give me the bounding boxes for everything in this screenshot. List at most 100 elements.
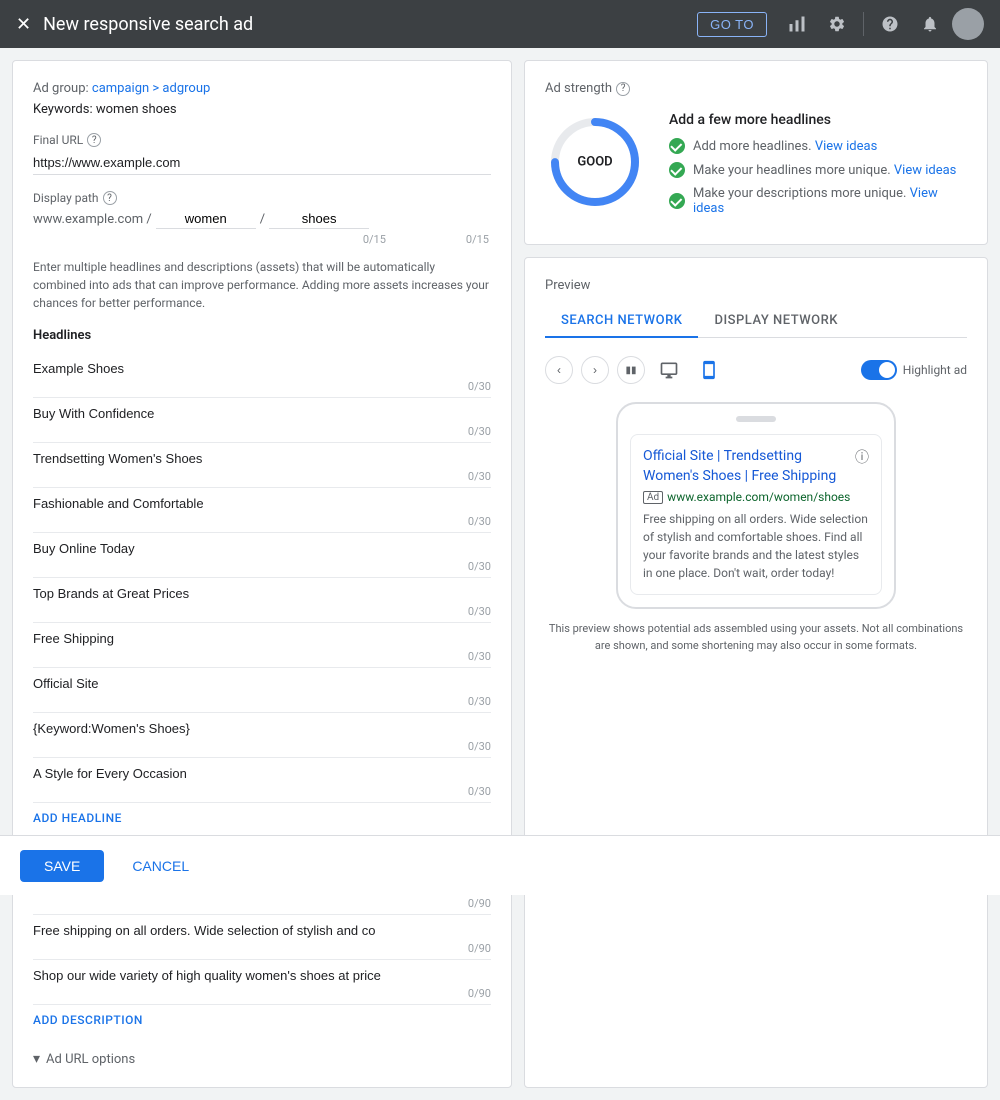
main-content: Ad group: campaign > adgroup Keywords: w… — [0, 48, 1000, 1100]
ad-strength-info-icon[interactable]: ? — [616, 82, 630, 96]
ad-description: Free shipping on all orders. Wide select… — [643, 510, 869, 582]
headline-item: 0/30 — [33, 758, 491, 803]
highlight-label: Highlight ad — [903, 363, 967, 377]
preview-controls: ‹ › ▮▮ Highlight ad — [545, 354, 967, 386]
path1-input[interactable] — [156, 209, 256, 229]
path2-input[interactable] — [269, 209, 369, 229]
headline-input-5[interactable] — [33, 584, 491, 603]
suggestion-title: Add a few more headlines — [669, 112, 967, 128]
headlines-title: Headlines — [33, 328, 491, 343]
headline-input-7[interactable] — [33, 674, 491, 693]
headline-item: 0/30 — [33, 623, 491, 668]
ad-strength-card: Ad strength ? GOOD Add a few more headli… — [524, 60, 988, 245]
avatar[interactable] — [952, 8, 984, 40]
headline-counter-8: 0/30 — [33, 738, 491, 755]
headline-item: 0/30 — [33, 713, 491, 758]
help-icon[interactable] — [872, 6, 908, 42]
headline-item: 0/30 — [33, 578, 491, 623]
ad-strength-suggestions: Add a few more headlines Add more headli… — [669, 112, 967, 224]
headline-input-9[interactable] — [33, 764, 491, 783]
tab-search-network[interactable]: SEARCH NETWORK — [545, 305, 698, 338]
headline-counter-7: 0/30 — [33, 693, 491, 710]
settings-icon[interactable] — [819, 6, 855, 42]
adgroup-label: Ad group: — [33, 81, 89, 96]
cancel-button[interactable]: CANCEL — [116, 850, 205, 882]
description-input-2[interactable] — [33, 966, 491, 985]
headline-counter-9: 0/30 — [33, 783, 491, 800]
suggestion-text-2: Make your descriptions more unique. View… — [693, 186, 967, 216]
ad-strength-circle: GOOD — [545, 112, 645, 212]
ad-url: www.example.com/women/shoes — [667, 490, 850, 504]
adgroup-row: Ad group: campaign > adgroup — [33, 81, 491, 96]
preview-pause-button[interactable]: ▮▮ — [617, 356, 645, 384]
headline-input-1[interactable] — [33, 404, 491, 423]
save-button[interactable]: SAVE — [20, 850, 104, 882]
view-ideas-link-2[interactable]: View ideas — [693, 186, 938, 216]
headline-item: 0/30 — [33, 488, 491, 533]
suggestions-list: Add more headlines. View ideas Make your… — [669, 138, 967, 216]
tab-display-network[interactable]: DISPLAY NETWORK — [698, 305, 854, 338]
left-panel: Ad group: campaign > adgroup Keywords: w… — [12, 60, 512, 1088]
headline-item: 0/30 — [33, 398, 491, 443]
chart-icon[interactable] — [779, 6, 815, 42]
check-icon-0 — [669, 138, 685, 154]
suggestion-item: Make your descriptions more unique. View… — [669, 186, 967, 216]
goto-button[interactable]: GO TO — [697, 12, 767, 37]
headline-input-2[interactable] — [33, 449, 491, 468]
headline-counter-4: 0/30 — [33, 558, 491, 575]
topbar: ✕ New responsive search ad GO TO — [0, 0, 1000, 48]
headline-input-4[interactable] — [33, 539, 491, 558]
add-description-button[interactable]: ADD DESCRIPTION — [33, 1013, 143, 1027]
page-title: New responsive search ad — [43, 14, 697, 35]
preview-next-button[interactable]: › — [581, 356, 609, 384]
final-url-input[interactable] — [33, 151, 491, 175]
final-url-info-icon[interactable]: ? — [87, 133, 101, 147]
headline-counter-0: 0/30 — [33, 378, 491, 395]
right-panel: Ad strength ? GOOD Add a few more headli… — [524, 60, 988, 1088]
headline-input-8[interactable] — [33, 719, 491, 738]
preview-prev-button[interactable]: ‹ — [545, 356, 573, 384]
add-headline-button[interactable]: ADD HEADLINE — [33, 811, 122, 825]
headline-counter-2: 0/30 — [33, 468, 491, 485]
suggestion-item: Make your headlines more unique. View id… — [669, 162, 967, 178]
keywords-label: Keywords: — [33, 102, 93, 117]
view-ideas-link-0[interactable]: View ideas — [815, 139, 878, 154]
preview-title: Preview — [545, 278, 967, 293]
notifications-icon[interactable] — [912, 6, 948, 42]
description-counter-0: 0/90 — [33, 895, 491, 912]
adgroup-link[interactable]: campaign > adgroup — [92, 81, 210, 96]
help-text: Enter multiple headlines and description… — [33, 258, 491, 312]
headline-item: 0/30 — [33, 533, 491, 578]
display-path-label: Display path ? — [33, 191, 491, 205]
chevron-down-icon: ▾ — [33, 1051, 40, 1067]
display-path-info-icon[interactable]: ? — [103, 191, 117, 205]
headline-counter-6: 0/30 — [33, 648, 491, 665]
ad-card: Official Site | Trendsetting Women's Sho… — [630, 434, 882, 595]
path-separator: / — [260, 212, 265, 227]
preview-tabs: SEARCH NETWORK DISPLAY NETWORK — [545, 305, 967, 338]
ad-strength-header: Ad strength ? — [545, 81, 967, 96]
description-counter-1: 0/90 — [33, 940, 491, 957]
ad-info-button[interactable]: ⓘ — [855, 447, 869, 467]
ad-strength-body: GOOD Add a few more headlines Add more h… — [545, 112, 967, 224]
description-input-1[interactable] — [33, 921, 491, 940]
headlines-list: 0/30 0/30 0/30 0/30 0/30 0/30 0/30 0/30 … — [33, 353, 491, 803]
ad-strength-rating: GOOD — [577, 155, 612, 170]
headline-input-3[interactable] — [33, 494, 491, 513]
highlight-toggle-switch[interactable] — [861, 360, 897, 380]
desktop-device-button[interactable] — [653, 354, 685, 386]
close-button[interactable]: ✕ — [16, 14, 31, 35]
display-path-base: www.example.com / — [33, 212, 152, 227]
ad-strength-title: Ad strength — [545, 81, 612, 96]
headline-input-6[interactable] — [33, 629, 491, 648]
ad-url-options[interactable]: ▾ Ad URL options — [33, 1051, 491, 1067]
keywords-row: Keywords: women shoes — [33, 102, 491, 117]
mobile-frame-container: Official Site | Trendsetting Women's Sho… — [545, 402, 967, 609]
view-ideas-link-1[interactable]: View ideas — [894, 163, 957, 178]
headline-item: 0/30 — [33, 668, 491, 713]
headline-input-0[interactable] — [33, 359, 491, 378]
highlight-toggle: Highlight ad — [861, 360, 967, 380]
ad-title[interactable]: Official Site | Trendsetting Women's Sho… — [643, 447, 855, 486]
keywords-value: women shoes — [96, 102, 177, 117]
mobile-device-button[interactable] — [693, 354, 725, 386]
